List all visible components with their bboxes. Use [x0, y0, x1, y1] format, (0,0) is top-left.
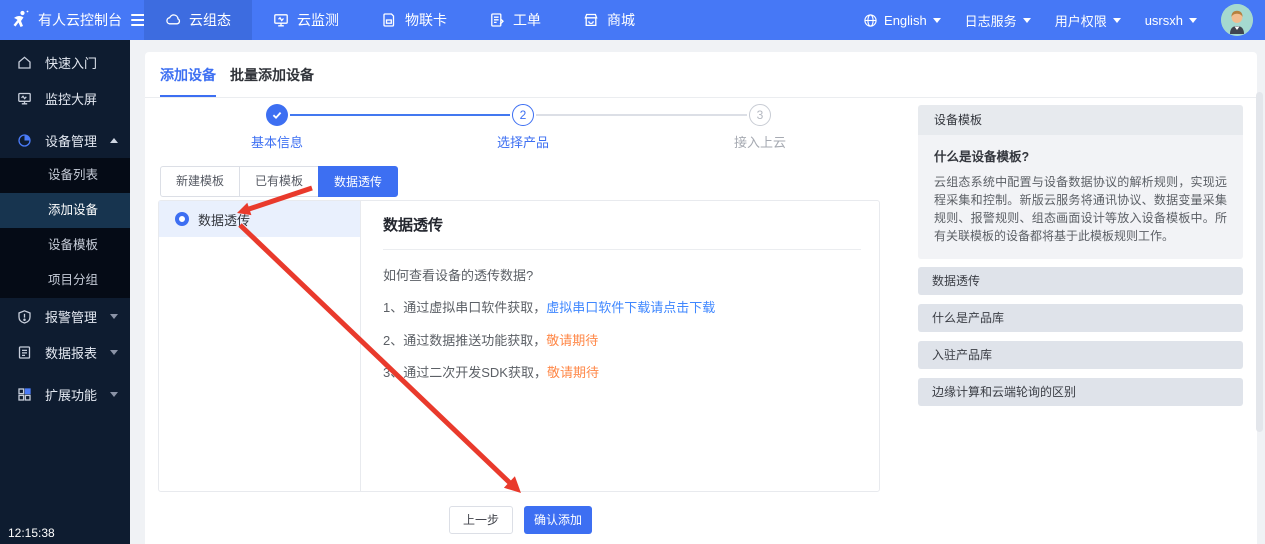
sidebar: 快速入门 监控大屏 设备管理 设备列表 添加设备 设备模板 项目分组 [0, 40, 130, 544]
step-select-product-dot: 2 [512, 104, 534, 126]
ttab-new-template[interactable]: 新建模板 [160, 166, 240, 197]
apps-grid-icon [17, 387, 32, 402]
sidebar-subitem-device-list[interactable]: 设备列表 [0, 158, 130, 193]
help-device-template-box: 设备模板 什么是设备模板? 云组态系统中配置与设备数据协议的解析规则，实现远程采… [918, 105, 1243, 259]
caret-down-icon [1023, 18, 1031, 23]
confirm-add-button[interactable]: 确认添加 [524, 506, 592, 534]
report-icon [17, 345, 32, 360]
step-connector-pending [536, 114, 747, 116]
option-list: 数据透传 [159, 201, 361, 491]
question-text: 如何查看设备的透传数据? [383, 265, 533, 284]
sidebar-subitem-project-group[interactable]: 项目分组 [0, 263, 130, 298]
list-item: 1、通过虚拟串口软件获取，虚拟串口软件下载请点击下载 [383, 297, 715, 316]
tab-add-device[interactable]: 添加设备 [160, 52, 216, 97]
template-type-tabs: 新建模板 已有模板 数据透传 [160, 166, 398, 197]
sidebar-item-quick-start[interactable]: 快速入门 [0, 44, 130, 80]
device-management-submenu: 设备列表 添加设备 设备模板 项目分组 [0, 158, 130, 298]
help-column: 设备模板 什么是设备模板? 云组态系统中配置与设备数据协议的解析规则，实现远程采… [918, 105, 1243, 406]
radio-data-passthrough[interactable]: 数据透传 [159, 201, 360, 237]
big-screen-icon [17, 91, 32, 106]
divider [383, 249, 861, 250]
sidebar-item-extended-function[interactable]: 扩展功能 [0, 376, 130, 412]
main-area: 添加设备 批量添加设备 2 3 基本信息 选择产品 接入上云 新建模板 已有模板… [130, 40, 1265, 544]
nav-item-work-order[interactable]: 工单 [468, 0, 562, 40]
top-header: 有人云控制台 云组态 云监测 [0, 0, 1265, 40]
passthrough-detail: 数据透传 如何查看设备的透传数据? 1、通过虚拟串口软件获取，虚拟串口软件下载请… [361, 201, 879, 491]
caret-up-icon [110, 138, 118, 143]
sidebar-item-device-management[interactable]: 设备管理 [0, 122, 130, 158]
nav-item-cloud-monitor[interactable]: 云监测 [252, 0, 360, 40]
nav-item-mall[interactable]: 商城 [562, 0, 656, 40]
step-access-cloud-label: 接入上云 [700, 132, 820, 151]
language-dropdown[interactable]: English [863, 13, 941, 28]
scrollbar[interactable] [1256, 92, 1263, 432]
log-service-dropdown[interactable]: 日志服务 [965, 11, 1031, 30]
caret-down-icon [1189, 18, 1197, 23]
nav-item-iot-card[interactable]: 物联卡 [360, 0, 468, 40]
radio-selected-icon [175, 212, 189, 226]
download-link[interactable]: 虚拟串口软件下载请点击下载 [546, 300, 715, 315]
caret-down-icon [110, 392, 118, 397]
globe-icon [863, 13, 878, 28]
top-nav: 云组态 云监测 物联卡 [144, 0, 656, 40]
help-device-template-body: 什么是设备模板? 云组态系统中配置与设备数据协议的解析规则，实现远程采集和控制。… [918, 135, 1243, 259]
page-tabbar: 添加设备 批量添加设备 [145, 52, 1257, 98]
work-order-icon [489, 12, 505, 28]
sim-card-icon [381, 12, 397, 28]
caret-down-icon [110, 314, 118, 319]
sidebar-subitem-device-template[interactable]: 设备模板 [0, 228, 130, 263]
usr-logo-icon [9, 9, 31, 31]
ttab-data-passthrough[interactable]: 数据透传 [318, 166, 398, 197]
header-right: English 日志服务 用户权限 usrsxh [863, 4, 1265, 36]
sidebar-item-monitor-screen[interactable]: 监控大屏 [0, 80, 130, 116]
list-item: 2、通过数据推送功能获取，敬请期待 [383, 330, 598, 349]
username-dropdown[interactable]: usrsxh [1145, 13, 1197, 28]
help-question-title: 什么是设备模板? [934, 146, 1227, 165]
caret-down-icon [933, 18, 941, 23]
list-item: 3、通过二次开发SDK获取，敬请期待 [383, 362, 599, 381]
alarm-icon [17, 309, 32, 324]
previous-step-button[interactable]: 上一步 [449, 506, 513, 534]
home-icon [17, 55, 32, 70]
tab-batch-add-device[interactable]: 批量添加设备 [230, 52, 314, 97]
menu-collapse-button[interactable] [131, 14, 145, 26]
help-paragraph: 云组态系统中配置与设备数据协议的解析规则，实现远程采集和控制。新版云服务将通讯协… [934, 173, 1227, 245]
avatar[interactable] [1221, 4, 1253, 36]
step-select-product-label: 选择产品 [463, 132, 583, 151]
passthrough-panel: 数据透传 数据透传 如何查看设备的透传数据? 1、通过虚拟串口软件获取，虚拟串口… [158, 200, 880, 492]
app-title: 有人云控制台 [38, 10, 122, 30]
cloud-icon [165, 12, 181, 28]
ttab-existing-template[interactable]: 已有模板 [239, 166, 319, 197]
step-connector-done [290, 114, 510, 116]
user-permission-dropdown[interactable]: 用户权限 [1055, 11, 1121, 30]
check-icon [271, 109, 283, 121]
panel-title: 数据透传 [383, 214, 443, 235]
help-item-data-passthrough[interactable]: 数据透传 [918, 267, 1243, 295]
gauge-icon [17, 133, 32, 148]
coming-soon-text: 敬请期待 [546, 333, 598, 348]
help-item-what-is-product-library[interactable]: 什么是产品库 [918, 304, 1243, 332]
help-device-template-header[interactable]: 设备模板 [918, 105, 1243, 135]
help-item-join-product-library[interactable]: 入驻产品库 [918, 341, 1243, 369]
nav-item-cloud-config[interactable]: 云组态 [144, 0, 252, 40]
coming-soon-text: 敬请期待 [547, 365, 599, 380]
content-card: 添加设备 批量添加设备 2 3 基本信息 选择产品 接入上云 新建模板 已有模板… [145, 52, 1257, 544]
step-basic-info-dot [266, 104, 288, 126]
caret-down-icon [110, 350, 118, 355]
sidebar-item-data-report[interactable]: 数据报表 [0, 334, 130, 370]
sidebar-subitem-add-device[interactable]: 添加设备 [0, 193, 130, 228]
logo-section: 有人云控制台 [0, 9, 130, 31]
monitor-icon [273, 12, 289, 28]
sidebar-item-alarm-management[interactable]: 报警管理 [0, 298, 130, 334]
step-basic-info-label: 基本信息 [217, 132, 337, 151]
storefront-icon [583, 12, 599, 28]
clock-timestamp: 12:15:38 [8, 526, 55, 540]
caret-down-icon [1113, 18, 1121, 23]
help-item-edge-vs-cloud-polling[interactable]: 边缘计算和云端轮询的区别 [918, 378, 1243, 406]
step-access-cloud-dot: 3 [749, 104, 771, 126]
